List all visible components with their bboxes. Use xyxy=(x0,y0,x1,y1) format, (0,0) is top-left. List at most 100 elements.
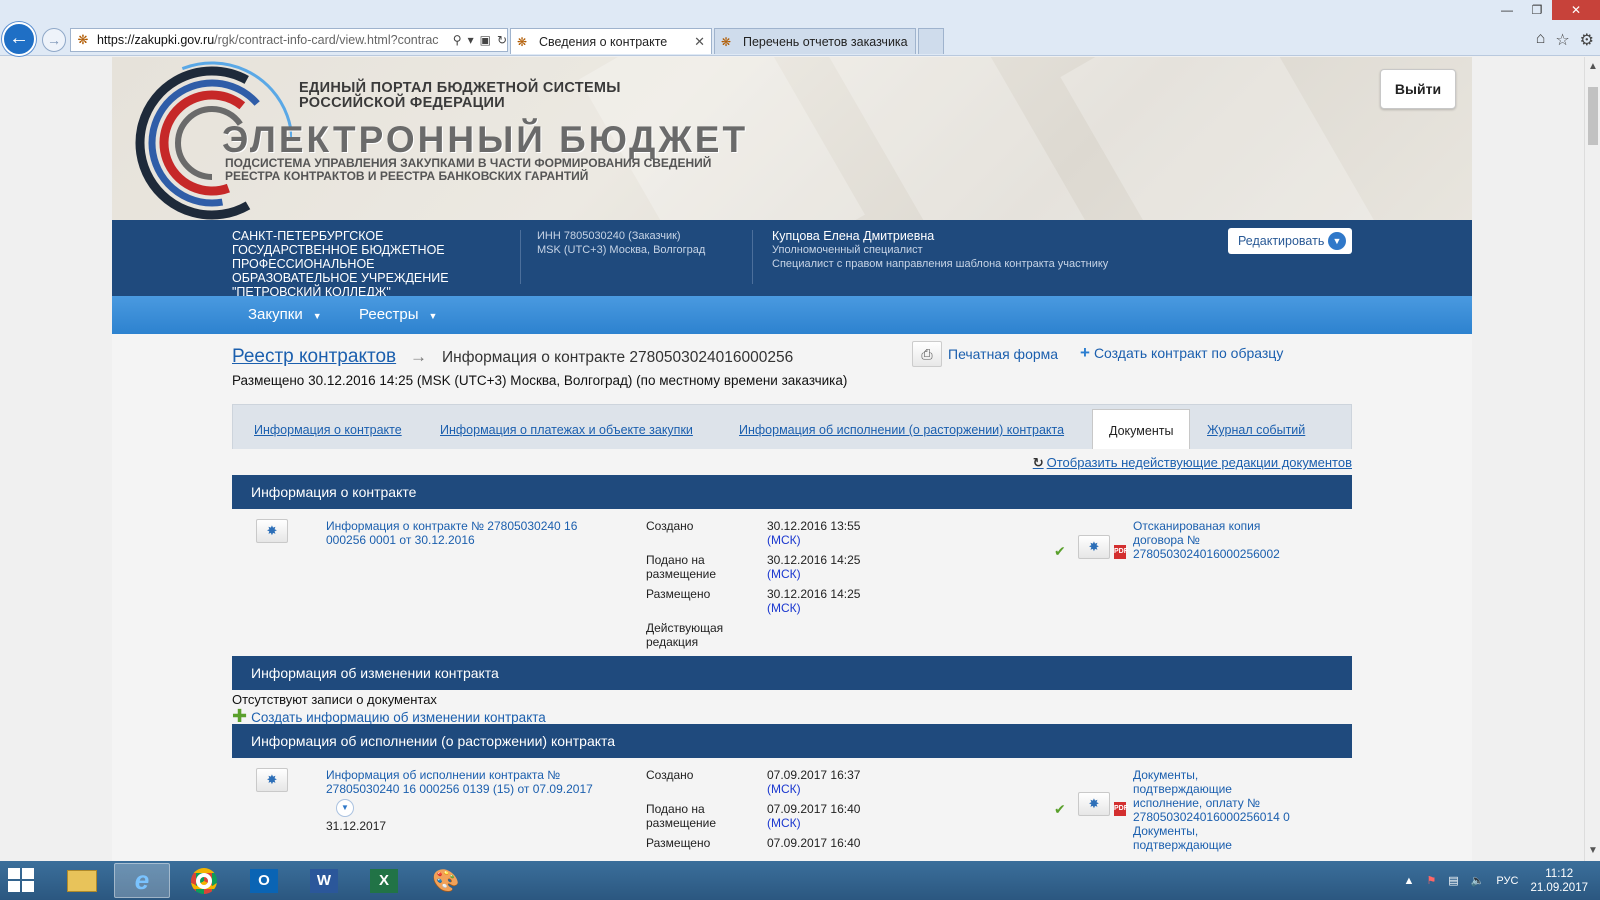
label-text: Создано xyxy=(646,519,694,533)
subsystem-title: ПОДСИСТЕМА УПРАВЛЕНИЯ ЗАКУПКАМИ В ЧАСТИ … xyxy=(225,157,711,183)
certificate-icon[interactable]: ✸ xyxy=(1078,792,1110,816)
taskbar-internet-explorer[interactable]: e xyxy=(114,863,170,898)
menu-item-label: Реестры xyxy=(359,306,419,323)
back-button[interactable]: ← xyxy=(2,22,36,56)
label-text: Подано на xyxy=(646,802,705,816)
menu-item-registries[interactable]: Реестры ▼ xyxy=(359,296,437,334)
excel-icon: X xyxy=(370,868,398,893)
search-icon[interactable]: ⚲ xyxy=(453,33,462,47)
folder-icon xyxy=(67,869,97,892)
doc-link-line: Информация о контракте № 27805030240 16 xyxy=(326,519,578,533)
attach-line: Документы, xyxy=(1133,768,1199,782)
dropdown-icon[interactable]: ▾ xyxy=(468,33,474,47)
portal-title-line: РОССИЙСКОЙ ФЕДЕРАЦИИ xyxy=(299,95,505,111)
site-banner: ЕДИНЫЙ ПОРТАЛ БЮДЖЕТНОЙ СИСТЕМЫ РОССИЙСК… xyxy=(112,57,1472,220)
new-tab-button[interactable] xyxy=(918,28,944,54)
user-role: Специалист с правом направления шаблона … xyxy=(772,258,1109,270)
expand-chevron-icon[interactable]: ▼ xyxy=(336,799,354,817)
certificate-icon[interactable]: ✸ xyxy=(256,519,288,543)
tab-execution[interactable]: Информация об исполнении (о расторжении)… xyxy=(739,405,1064,450)
maximize-button[interactable]: ❐ xyxy=(1522,0,1552,20)
checkmark-icon: ✔ xyxy=(1054,801,1066,817)
taskbar-chrome[interactable] xyxy=(176,863,232,898)
taskbar-word[interactable]: W xyxy=(296,863,352,898)
label-current-revision: Действующая редакция xyxy=(646,621,723,649)
settings-gear-icon[interactable]: ⚙ xyxy=(1580,30,1594,50)
logout-button[interactable]: Выйти xyxy=(1380,69,1456,109)
network-icon[interactable]: ▤ xyxy=(1448,874,1458,887)
address-url[interactable]: https://zakupki.gov.ru/rgk/contract-info… xyxy=(97,33,447,47)
action-center-flag-icon[interactable]: ⚑ xyxy=(1426,874,1436,887)
taskbar-excel[interactable]: X xyxy=(356,863,412,898)
volume-muted-icon[interactable]: 🔈 xyxy=(1471,874,1485,887)
label-text: Действующая xyxy=(646,621,724,635)
browser-tab-contract-info[interactable]: ❋ Сведения о контракте ✕ xyxy=(510,28,712,54)
tray-expand-icon[interactable]: ▲ xyxy=(1404,875,1415,887)
execution-doc-link[interactable]: Информация об исполнении контракта № 278… xyxy=(326,768,593,796)
create-change-label: Создать информацию об изменении контракт… xyxy=(251,710,546,725)
label-text: редакция xyxy=(646,635,699,649)
minimize-button[interactable]: — xyxy=(1492,0,1522,20)
menu-item-purchases[interactable]: Закупки ▼ xyxy=(248,296,322,334)
print-form-button[interactable]: ⎙ Печатная форма xyxy=(912,341,1058,367)
organization-inn: ИНН 7805030240 (Заказчик) xyxy=(537,230,681,242)
tab-documents[interactable]: Документы xyxy=(1092,409,1191,450)
doc-link-line: Информация об исполнении контракта № xyxy=(326,768,561,782)
refresh-icon[interactable]: ↻ xyxy=(497,33,507,47)
date-text: 07.09.2017 16:37 xyxy=(767,768,861,782)
browser-viewport: ЕДИНЫЙ ПОРТАЛ БЮДЖЕТНОЙ СИСТЕМЫ РОССИЙСК… xyxy=(0,57,1584,861)
contract-doc-link[interactable]: Информация о контракте № 27805030240 16 … xyxy=(326,519,577,547)
attach-line: 2780503024016000256002 xyxy=(1133,547,1280,561)
green-plus-icon: ✚ xyxy=(232,706,248,726)
address-bar[interactable]: ❋ https://zakupki.gov.ru/rgk/contract-in… xyxy=(70,28,508,52)
attach-line: договора № xyxy=(1133,533,1200,547)
start-logo-icon xyxy=(22,881,34,892)
section-header-contract: Информация о контракте xyxy=(232,475,1352,509)
scanned-copy-link[interactable]: Отсканированая копия договора № 27805030… xyxy=(1133,519,1280,561)
section-header-changes: Информация об изменении контракта xyxy=(232,656,1352,690)
date-text: 30.12.2016 14:25 xyxy=(767,587,861,601)
chevron-down-icon: ▼ xyxy=(1328,232,1346,250)
refresh-icon: ↻ xyxy=(1032,455,1044,470)
certificate-icon[interactable]: ✸ xyxy=(256,768,288,792)
label-text: Создано xyxy=(646,768,694,782)
windows-start-button[interactable] xyxy=(8,868,36,894)
tab-payments[interactable]: Информация о платежах и объекте закупки xyxy=(440,405,693,450)
show-inactive-docs-link[interactable]: ↻ Отобразить недействующие редакции докум… xyxy=(1033,455,1352,471)
label-created: Создано xyxy=(646,519,693,533)
vertical-scrollbar[interactable]: ▲ ▼ xyxy=(1584,57,1600,861)
home-icon[interactable]: ⌂ xyxy=(1536,30,1546,50)
scroll-down-icon[interactable]: ▼ xyxy=(1585,843,1600,859)
taskbar-paint[interactable]: 🎨 xyxy=(418,863,474,898)
taskbar-explorer[interactable] xyxy=(54,863,110,898)
timezone-text: (МСК) xyxy=(767,533,801,547)
tab-event-log[interactable]: Журнал событий xyxy=(1207,405,1305,450)
subsystem-line: РЕЕСТРА КОНТРАКТОВ И РЕЕСТРА БАНКОВСКИХ … xyxy=(225,169,589,183)
certificate-icon[interactable]: ✸ xyxy=(1078,535,1110,559)
scroll-up-icon[interactable]: ▲ xyxy=(1585,59,1600,75)
lock-icon[interactable]: ▣ xyxy=(480,33,491,47)
divider xyxy=(520,230,521,284)
browser-tab-reports[interactable]: ❋ Перечень отчетов заказчика xyxy=(714,28,916,54)
input-language[interactable]: РУС xyxy=(1496,875,1518,887)
tab-contract-info[interactable]: Информация о контракте xyxy=(254,405,402,450)
scroll-thumb[interactable] xyxy=(1588,87,1598,145)
execution-docs-link[interactable]: Документы, подтверждающие исполнение, оп… xyxy=(1133,768,1290,852)
value-submitted: 07.09.2017 16:40 (МСК) xyxy=(767,802,860,830)
close-window-button[interactable]: ✕ xyxy=(1552,0,1600,20)
edit-button[interactable]: Редактировать ▼ xyxy=(1228,228,1352,254)
forward-button[interactable]: → xyxy=(42,28,66,52)
clock[interactable]: 11:12 21.09.2017 xyxy=(1530,867,1588,895)
chevron-down-icon: ▼ xyxy=(428,311,438,321)
close-tab-icon[interactable]: ✕ xyxy=(694,34,705,50)
pdf-icon[interactable]: PDF xyxy=(1114,802,1128,816)
documents-content: ↻ Отобразить недействующие редакции докум… xyxy=(232,449,1352,861)
taskbar-outlook[interactable]: O xyxy=(236,863,292,898)
create-contract-by-template-button[interactable]: + Создать контракт по образцу xyxy=(1080,343,1283,363)
browser-tools: ⌂ ☆ ⚙ xyxy=(1536,30,1594,50)
pdf-icon[interactable]: PDF xyxy=(1114,545,1128,559)
favorites-star-icon[interactable]: ☆ xyxy=(1555,30,1569,50)
chrome-icon xyxy=(191,867,217,894)
breadcrumb-contract-registry[interactable]: Реестр контрактов xyxy=(232,346,396,368)
checkmark-icon: ✔ xyxy=(1054,543,1066,559)
